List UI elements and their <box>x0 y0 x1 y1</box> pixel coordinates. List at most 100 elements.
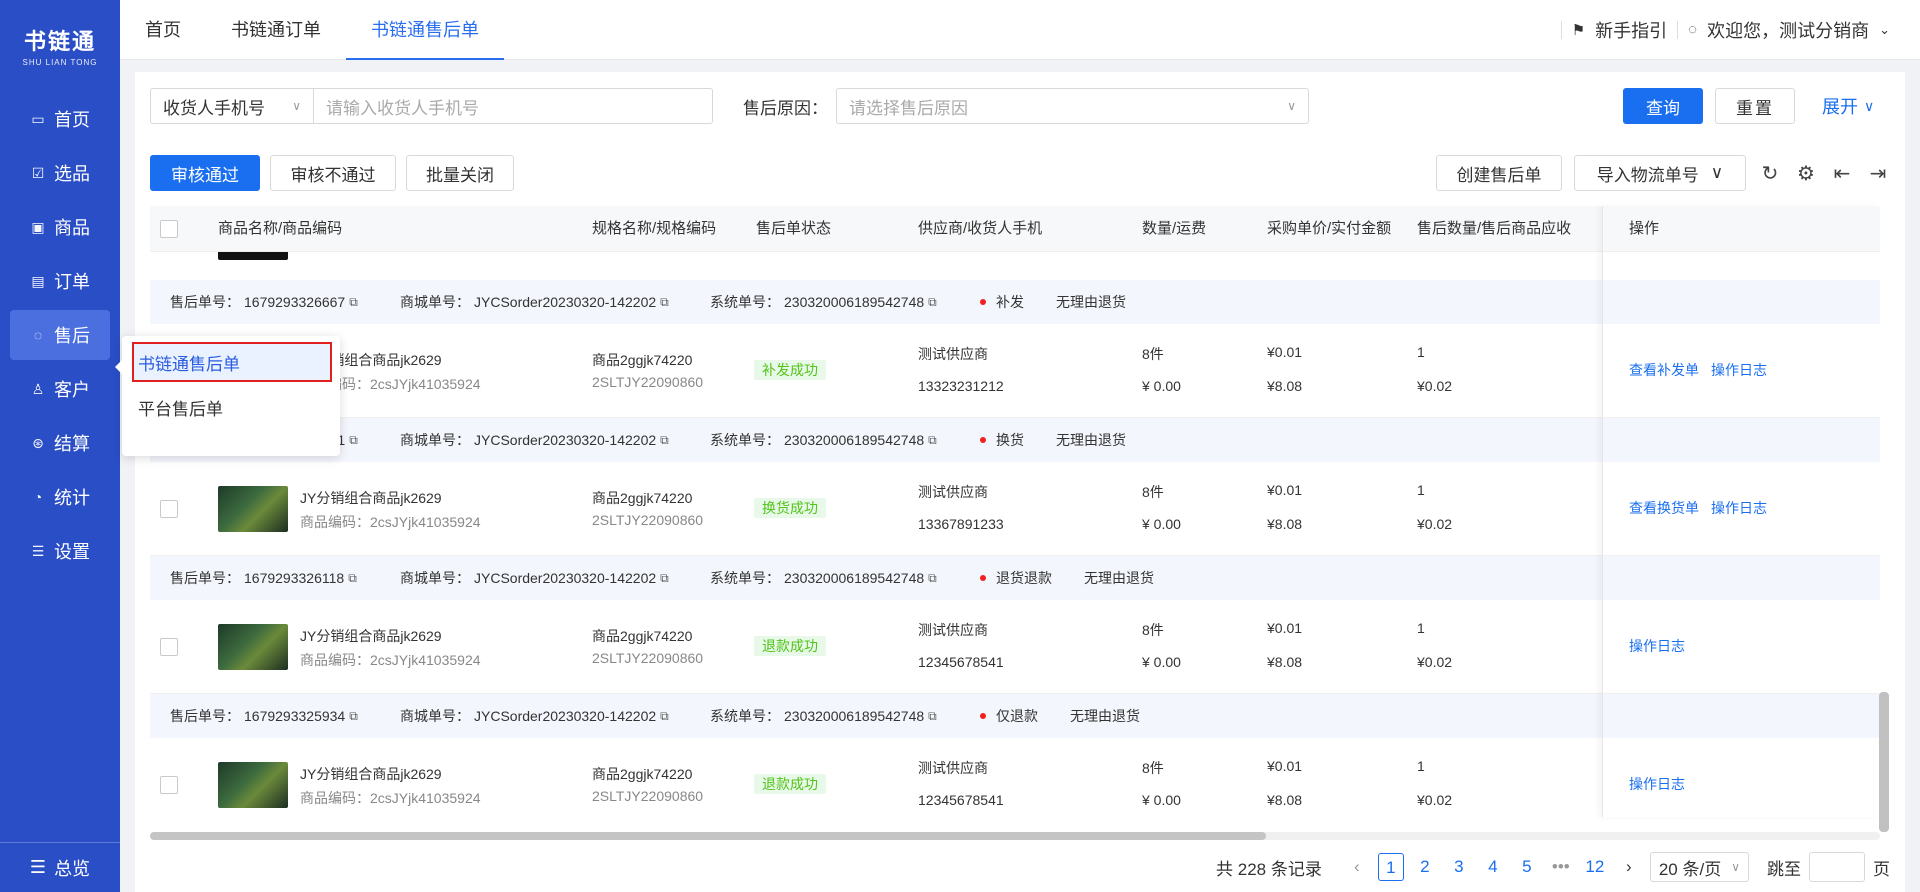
scrollbar-thumb[interactable] <box>150 832 1266 840</box>
reason-label: 售后原因： <box>743 98 828 118</box>
welcome-user[interactable]: 欢迎您，测试分销商 <box>1707 17 1869 43</box>
sidebar-item-orders[interactable]: ▤ 订单 <box>10 256 110 306</box>
page-button[interactable]: 2 <box>1412 853 1438 881</box>
sidebar-item-aftersale[interactable]: ◌ 售后 <box>10 310 110 360</box>
aftersale-type-value: 补发 <box>996 294 1024 310</box>
select-all-checkbox[interactable] <box>160 220 178 238</box>
aftersale-number-label: 售后单号： <box>170 570 240 586</box>
paid-amount: ¥8.08 <box>1267 654 1303 670</box>
headset-icon[interactable]: ◌ <box>1688 21 1697 38</box>
spec-code: 2SLTJY22090860 <box>592 788 704 804</box>
spec-code: 2SLTJY22090860 <box>592 650 704 666</box>
aftersale-type: 补发 无理由退货 <box>980 292 1126 312</box>
copy-icon[interactable]: ⧉ <box>349 295 358 310</box>
users-icon: ♙ <box>31 380 45 397</box>
reason-select[interactable]: 请选择售后原因 ∨ <box>836 88 1309 124</box>
sidebar-item-products[interactable]: ▣ 商品 <box>10 202 110 252</box>
next-page-button[interactable]: › <box>1616 853 1642 881</box>
search-button[interactable]: 查询 <box>1623 88 1703 124</box>
page-size-select[interactable]: 20 条/页 ∨ <box>1649 852 1749 882</box>
sidebar-item-selection[interactable]: ☑ 选品 <box>10 148 110 198</box>
guide-link[interactable]: 新手指引 <box>1595 17 1667 43</box>
sidebar-item-settlement[interactable]: ⊛ 结算 <box>10 418 110 468</box>
reject-button[interactable]: 审核不通过 <box>270 155 396 191</box>
copy-icon[interactable]: ⧉ <box>660 295 669 310</box>
copy-icon[interactable]: ⧉ <box>660 433 669 448</box>
monitor-icon: ▭ <box>31 110 45 127</box>
goto-page-input[interactable] <box>1809 852 1865 882</box>
page-button[interactable]: 12 <box>1582 853 1608 881</box>
mall-number-value: JYCSorder20230320-142202 <box>474 570 657 586</box>
table-header: 商品名称/商品编码 规格名称/规格编码 售后单状态 供应商/收货人手机 数量/运… <box>150 206 1880 252</box>
sidebar-item-settings[interactable]: ☰ 设置 <box>10 526 110 576</box>
refresh-icon[interactable]: ↻ <box>1758 161 1782 186</box>
copy-icon[interactable]: ⧉ <box>928 709 937 724</box>
page-button[interactable]: 5 <box>1514 853 1540 881</box>
tab-aftersale[interactable]: 书链通售后单 <box>346 0 504 60</box>
brand-logo[interactable]: 书链通 SHU LIAN TONG <box>0 0 120 90</box>
row-op-link[interactable]: 查看补发单 <box>1629 362 1699 378</box>
copy-icon[interactable]: ⧉ <box>349 433 358 448</box>
import-logistics-button[interactable]: 导入物流单号 ∨ <box>1574 155 1746 191</box>
sidebar-item-label: 首页 <box>54 110 90 130</box>
submenu-item-shulian-aftersale[interactable]: 书链通售后单 <box>132 342 332 382</box>
aftersale-number: 售后单号： 1679293325934 ⧉ <box>170 706 358 726</box>
import-logistics-label: 导入物流单号 <box>1596 165 1699 185</box>
row-op-link[interactable]: 操作日志 <box>1629 776 1685 792</box>
status-badge-cell: 退款成功 <box>754 774 826 794</box>
vertical-scrollbar[interactable] <box>1879 692 1889 832</box>
reset-button[interactable]: 重置 <box>1715 88 1795 124</box>
approve-button[interactable]: 审核通过 <box>150 155 260 191</box>
aftersale-type-value: 仅退款 <box>996 708 1038 724</box>
mall-number: 商城单号： JYCSorder20230320-142202 ⧉ <box>400 568 669 588</box>
row-op-link[interactable]: 操作日志 <box>1711 362 1767 378</box>
row-op-link[interactable]: 操作日志 <box>1629 638 1685 654</box>
field-select[interactable]: 收货人手机号 ∨ <box>151 89 314 123</box>
top-bar-right: ⚑ 新手指引 ◌ 欢迎您，测试分销商 ⌄ <box>1560 17 1920 43</box>
batch-close-button[interactable]: 批量关闭 <box>406 155 514 191</box>
system-number-value: 230320006189542748 <box>784 570 925 586</box>
import-icon[interactable]: ⇤ <box>1830 161 1854 186</box>
page-button[interactable]: 4 <box>1480 853 1506 881</box>
copy-icon[interactable]: ⧉ <box>349 709 358 724</box>
expand-toggle[interactable]: 展开 ∨ <box>1822 93 1874 119</box>
copy-icon[interactable]: ⧉ <box>928 433 937 448</box>
column-header: 售后单状态 <box>756 220 832 237</box>
row-checkbox[interactable] <box>160 638 178 656</box>
product-code: 商品编码：2csJYjk41035924 <box>300 512 481 532</box>
product-name: JY分销组合商品jk2629 <box>300 628 442 644</box>
horizontal-scrollbar[interactable] <box>150 832 1880 840</box>
tab-orders[interactable]: 书链通订单 <box>206 0 346 60</box>
aftersale-type: 仅退款 无理由退货 <box>980 706 1140 726</box>
sidebar-overview[interactable]: ☰ 总览 <box>0 842 120 892</box>
gear-icon[interactable]: ⚙ <box>1794 161 1818 186</box>
copy-icon[interactable]: ⧉ <box>348 571 357 586</box>
prev-page-button[interactable]: ‹ <box>1344 853 1370 881</box>
page-button[interactable]: 1 <box>1377 853 1404 881</box>
brand-name: 书链通 <box>23 28 96 54</box>
copy-icon[interactable]: ⧉ <box>660 571 669 586</box>
copy-icon[interactable]: ⧉ <box>928 295 937 310</box>
more-pages[interactable]: ••• <box>1548 853 1574 881</box>
row-checkbox[interactable] <box>160 500 178 518</box>
row-op-link[interactable]: 查看换货单 <box>1629 500 1699 516</box>
sidebar-item-customers[interactable]: ♙ 客户 <box>10 364 110 414</box>
guide-icon: ⚑ <box>1571 21 1586 39</box>
sidebar-item-statistics[interactable]: ◔ 统计 <box>10 472 110 522</box>
unit-price: ¥0.01 <box>1267 482 1303 498</box>
product-code-value: 2csJYjk41035924 <box>370 514 481 530</box>
row-checkbox[interactable] <box>160 776 178 794</box>
copy-icon[interactable]: ⧉ <box>928 571 937 586</box>
page-size-value: 20 条/页 <box>1658 859 1722 879</box>
submenu-item-platform-aftersale[interactable]: 平台售后单 <box>122 382 340 432</box>
tab-home[interactable]: 首页 <box>120 0 206 60</box>
copy-icon[interactable]: ⧉ <box>660 709 669 724</box>
phone-input[interactable]: 请输入收货人手机号 <box>314 89 712 123</box>
sidebar-item-label: 商品 <box>54 218 90 238</box>
create-aftersale-button[interactable]: 创建售后单 <box>1436 155 1562 191</box>
sidebar-item-home[interactable]: ▭ 首页 <box>10 94 110 144</box>
page-button[interactable]: 3 <box>1446 853 1472 881</box>
goto-label: 跳至 <box>1767 859 1801 879</box>
export-icon[interactable]: ⇥ <box>1866 161 1890 186</box>
row-op-link[interactable]: 操作日志 <box>1711 500 1767 516</box>
